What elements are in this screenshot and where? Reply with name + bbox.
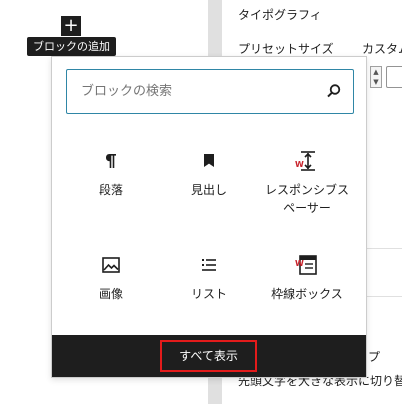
block-responsive-spacer[interactable]: W レスポンシブス ペーサー bbox=[262, 149, 352, 227]
block-heading[interactable]: 見出し bbox=[164, 149, 254, 227]
typography-heading: タイポグラフィ bbox=[238, 8, 322, 22]
add-block-tooltip: ブロックの追加 bbox=[27, 37, 116, 56]
block-bordered-box[interactable]: W 枠線ボックス bbox=[262, 253, 352, 331]
heading-bookmark-icon bbox=[204, 154, 214, 167]
block-label: レスポンシブス ペーサー bbox=[264, 183, 349, 215]
size-select[interactable] bbox=[386, 66, 402, 88]
image-icon bbox=[102, 257, 120, 273]
block-label: リスト bbox=[190, 287, 227, 301]
block-label: 画像 bbox=[98, 287, 123, 301]
block-search-field[interactable] bbox=[66, 69, 354, 114]
browse-all-button[interactable]: すべて表示 bbox=[160, 340, 257, 372]
sidebar-text-fragment: プ bbox=[368, 350, 381, 364]
search-icon[interactable] bbox=[325, 82, 343, 100]
inserter-footer: すべて表示 bbox=[52, 335, 366, 377]
custom-label: カスタム bbox=[362, 42, 402, 56]
add-block-button[interactable]: + bbox=[61, 16, 81, 36]
size-spinner[interactable]: ▲ ▼ bbox=[370, 66, 382, 88]
block-inserter-popover: 段落 見出し W レスポンシブス ペーサー 画像 bbox=[51, 56, 367, 378]
block-paragraph[interactable]: 段落 bbox=[66, 149, 156, 227]
svg-text:W: W bbox=[295, 259, 304, 268]
preset-size-label: プリセットサイズ bbox=[238, 42, 334, 56]
block-label: 見出し bbox=[190, 183, 227, 197]
block-image[interactable]: 画像 bbox=[66, 253, 156, 331]
block-label: 枠線ボックス bbox=[271, 287, 343, 301]
block-search-input[interactable] bbox=[67, 70, 317, 113]
svg-text:W: W bbox=[295, 160, 304, 169]
list-icon bbox=[202, 259, 216, 271]
block-label: 段落 bbox=[98, 183, 123, 197]
block-list[interactable]: リスト bbox=[164, 253, 254, 331]
responsive-spacer-icon: W bbox=[295, 151, 315, 171]
bordered-box-icon: W bbox=[295, 255, 317, 275]
paragraph-icon bbox=[106, 154, 116, 168]
